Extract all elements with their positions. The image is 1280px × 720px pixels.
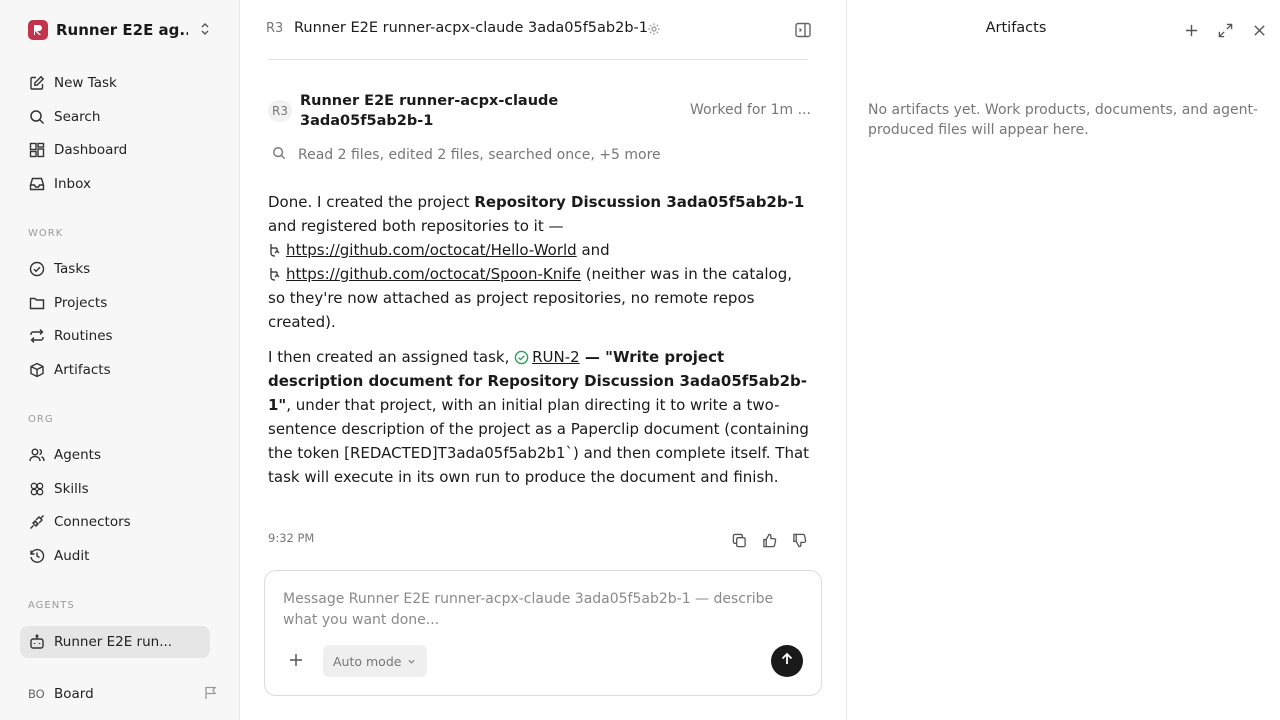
sidebar-item-agent-runner[interactable]: Runner E2E run... <box>20 626 210 658</box>
mode-label: Auto mode <box>333 653 402 669</box>
plus-icon[interactable] <box>289 653 303 671</box>
sidebar-item-label: Artifacts <box>54 362 111 378</box>
sidebar-item-label: Agents <box>54 447 101 463</box>
sidebar-item-label: Runner E2E run... <box>54 634 173 650</box>
sidebar-item-audit[interactable]: Audit <box>20 540 210 572</box>
thumbs-up-icon[interactable] <box>754 530 784 550</box>
close-icon[interactable] <box>1249 20 1269 40</box>
sidebar-item-dashboard[interactable]: Dashboard <box>20 134 210 166</box>
sidebar-item-label: Tasks <box>54 261 91 277</box>
inbox-icon <box>28 175 46 193</box>
sidebar-item-label: Search <box>54 109 101 125</box>
plus-icon[interactable] <box>1181 20 1201 40</box>
text: Done. I created the project <box>268 193 475 211</box>
search-icon <box>272 146 286 164</box>
sidebar-item-artifacts[interactable]: Artifacts <box>20 354 210 386</box>
text: and registered both repositories to it — <box>268 217 564 235</box>
message-composer[interactable]: Message Runner E2E runner-acpx-claude 3a… <box>264 570 822 696</box>
sidebar-item-label: Routines <box>54 328 113 344</box>
text: I then created an assigned task, <box>268 348 515 366</box>
message-paragraph: Done. I created the project Repository D… <box>268 190 813 334</box>
page-title: Runner E2E runner-acpx-claude 3ada05f5ab… <box>294 20 649 36</box>
sidebar-item-label: Connectors <box>54 514 131 530</box>
history-icon <box>28 547 46 565</box>
folder-icon <box>28 294 46 312</box>
mode-selector[interactable]: Auto mode <box>323 645 427 677</box>
avatar: R3 <box>268 100 292 122</box>
arrow-up-icon <box>780 652 794 670</box>
panel-toggle-icon[interactable] <box>794 21 812 43</box>
repo-link-spoon-knife[interactable]: https://github.com/octocat/Spoon-Knife <box>286 265 581 283</box>
sidebar-item-label: Inbox <box>54 176 91 192</box>
workspace-switcher[interactable]: Runner E2E ag... <box>28 19 218 41</box>
sidebar-item-label: New Task <box>54 75 117 91</box>
chevron-up-down-icon <box>200 22 210 40</box>
sidebar-item-new-task[interactable]: New Task <box>20 67 210 99</box>
task-link[interactable]: RUN-2 <box>532 348 580 366</box>
sidebar-item-inbox[interactable]: Inbox <box>20 168 210 200</box>
sidebar-item-label: Skills <box>54 481 89 497</box>
send-button[interactable] <box>771 645 803 677</box>
message-actions <box>724 530 814 550</box>
skills-icon <box>28 480 46 498</box>
workspace-name: Runner E2E ag... <box>56 21 188 39</box>
gear-icon[interactable] <box>647 22 661 40</box>
sidebar: Runner E2E ag... New Task Search Dashboa… <box>0 0 240 720</box>
sidebar-item-search[interactable]: Search <box>20 101 210 133</box>
check-circle-icon <box>28 260 46 278</box>
flag-icon[interactable] <box>204 686 218 704</box>
dashboard-icon <box>28 141 46 159</box>
sidebar-item-connectors[interactable]: Connectors <box>20 506 210 538</box>
sidebar-item-label: Projects <box>54 295 108 311</box>
artifacts-panel: Artifacts No artifacts yet. Work product… <box>846 0 1280 720</box>
search-icon <box>28 108 46 126</box>
sidebar-item-projects[interactable]: Projects <box>20 287 210 319</box>
section-label-agents: AGENTS <box>28 600 75 611</box>
tool-summary-label: Read 2 files, edited 2 files, searched o… <box>298 147 661 163</box>
bot-icon <box>28 633 46 651</box>
edit-icon <box>28 74 46 92</box>
artifacts-empty-state: No artifacts yet. Work products, documen… <box>868 102 1258 138</box>
board-label: Board <box>54 686 94 702</box>
chevron-down-icon <box>407 654 416 669</box>
section-label-org: ORG <box>28 414 54 425</box>
message-paragraph: I then created an assigned task, RUN-2 —… <box>268 345 813 489</box>
sidebar-item-agents[interactable]: Agents <box>20 439 210 471</box>
section-label-work: WORK <box>28 228 64 239</box>
sidebar-item-skills[interactable]: Skills <box>20 473 210 505</box>
plug-icon <box>28 513 46 531</box>
thumbs-down-icon[interactable] <box>784 530 814 550</box>
message-author: Runner E2E runner-acpx-claude 3ada05f5ab… <box>300 93 559 129</box>
tool-summary[interactable]: Read 2 files, edited 2 files, searched o… <box>272 145 661 165</box>
sidebar-item-routines[interactable]: Routines <box>20 320 210 352</box>
sidebar-item-label: Audit <box>54 548 90 564</box>
sidebar-item-label: Dashboard <box>54 142 128 158</box>
repo-link-hello-world[interactable]: https://github.com/octocat/Hello-World <box>286 241 577 259</box>
chat-header: R3 Runner E2E runner-acpx-claude 3ada05f… <box>240 0 846 60</box>
artifacts-title: Artifacts <box>985 20 1047 36</box>
workspace-logo-icon <box>28 20 48 40</box>
chat-main: R3 Runner E2E runner-acpx-claude 3ada05f… <box>240 0 846 720</box>
repeat-icon <box>28 327 46 345</box>
message-timestamp: 9:32 PM <box>268 531 315 545</box>
sidebar-item-tasks[interactable]: Tasks <box>20 253 210 285</box>
message-body: Done. I created the project Repository D… <box>268 190 813 500</box>
avatar: BO <box>28 687 45 701</box>
worked-duration[interactable]: Worked for 1m ... <box>690 102 815 118</box>
git-branch-icon <box>270 244 280 257</box>
copy-icon[interactable] <box>724 530 754 550</box>
expand-icon[interactable] <box>1215 20 1235 40</box>
project-name: Repository Discussion 3ada05f5ab2b-1 <box>474 193 805 211</box>
divider <box>268 59 808 60</box>
box-icon <box>28 361 46 379</box>
git-branch-icon <box>270 268 280 281</box>
board-user[interactable]: BO Board <box>28 683 218 705</box>
message-input[interactable]: Message Runner E2E runner-acpx-claude 3a… <box>283 589 793 631</box>
users-icon <box>28 446 46 464</box>
avatar: R3 <box>266 21 284 36</box>
text: , under that project, with an initial pl… <box>268 396 810 486</box>
task-check-icon <box>514 350 529 365</box>
text: and <box>576 241 610 259</box>
